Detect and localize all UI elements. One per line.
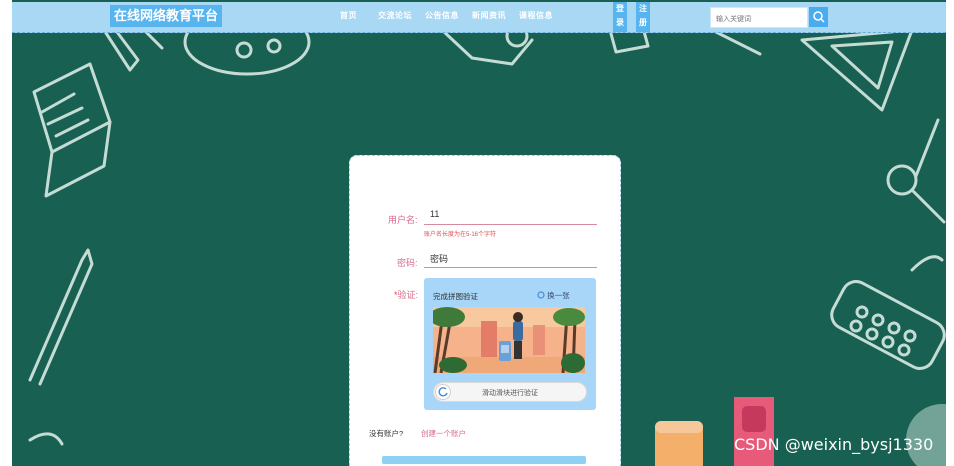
page-background: 在线网络教育平台 首页 交流论坛 公告信息 新闻资讯 课程信息 登录 注册 用户… <box>12 0 946 466</box>
captcha-puzzle-image <box>433 307 585 373</box>
nav-item-home[interactable]: 首页 <box>340 10 357 21</box>
captcha-panel: 完成拼图验证 换一张 滑动滑块进行验证 <box>424 278 596 410</box>
search-input[interactable] <box>711 11 804 28</box>
captcha-label-text: 验证: <box>397 290 419 300</box>
search-button[interactable] <box>809 7 828 27</box>
search-box <box>710 7 808 28</box>
nav-item-news[interactable]: 新闻资讯 <box>472 10 506 21</box>
no-account-text: 没有账户? <box>369 429 404 438</box>
login-button[interactable]: 登录 <box>613 2 627 32</box>
login-card: 用户名: 11 账户名长度为在5-16个字符 密码: 密码 *验证: 完成拼图验… <box>349 155 621 466</box>
nav-item-announcements[interactable]: 公告信息 <box>425 10 459 21</box>
csdn-watermark: CSDN @weixin_bysj1330 <box>734 435 934 454</box>
create-account-link[interactable]: 创建一个账户 <box>421 428 466 439</box>
top-navigation-bar: 在线网络教育平台 首页 交流论坛 公告信息 新闻资讯 课程信息 登录 注册 <box>12 2 946 33</box>
username-label: 用户名: <box>388 215 418 225</box>
site-brand[interactable]: 在线网络教育平台 <box>110 5 223 27</box>
captcha-label: *验证: <box>394 288 418 301</box>
login-submit-button[interactable] <box>382 456 586 464</box>
password-placeholder: 密码 <box>430 254 449 264</box>
captcha-refresh-label: 换一张 <box>547 291 570 300</box>
username-field[interactable]: 11 <box>424 206 597 225</box>
password-field[interactable]: 密码 <box>424 249 597 268</box>
username-hint: 账户名长度为在5-16个字符 <box>424 232 497 238</box>
captcha-refresh-button[interactable]: 换一张 <box>537 290 570 301</box>
captcha-slider-text: 滑动滑块进行验证 <box>482 390 538 397</box>
password-label: 密码: <box>397 258 418 268</box>
nav-item-courses[interactable]: 课程信息 <box>519 10 553 21</box>
username-value: 11 <box>430 209 440 219</box>
register-button[interactable]: 注册 <box>636 2 650 32</box>
nav-item-forum[interactable]: 交流论坛 <box>378 10 412 21</box>
captcha-slider-track: 滑动滑块进行验证 <box>433 382 587 402</box>
refresh-icon <box>537 291 545 299</box>
search-icon <box>813 11 825 23</box>
captcha-title: 完成拼图验证 <box>433 292 478 301</box>
